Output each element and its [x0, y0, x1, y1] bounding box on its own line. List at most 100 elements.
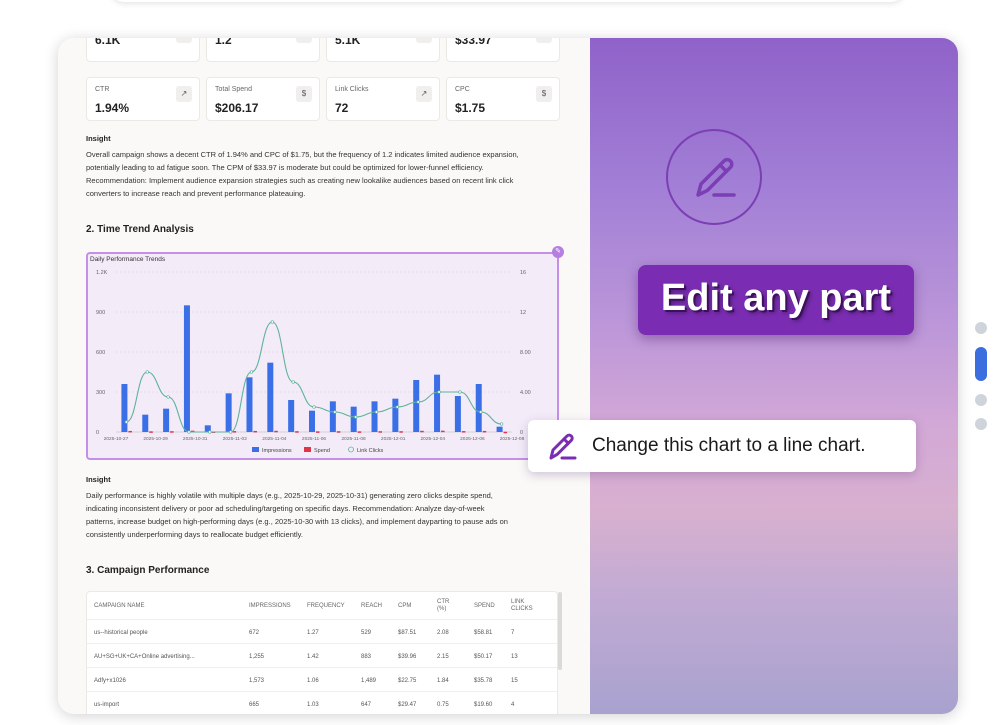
- metric-label: Total Spend: [215, 86, 252, 93]
- legend-label-impressions: Impressions: [262, 448, 292, 454]
- row-divider: [87, 619, 557, 620]
- chart-edit-handle-icon[interactable]: ✎: [552, 246, 564, 258]
- edit-any-part-banner: Edit any part: [638, 265, 914, 335]
- impressions-bar: [288, 400, 295, 432]
- insight-line: Recommendation: Implement audience expan…: [86, 176, 514, 185]
- pager-dot-active[interactable]: [975, 347, 987, 381]
- link-clicks-point: [354, 415, 358, 419]
- pager-dot[interactable]: [975, 322, 987, 334]
- insight-line: converters to increase reach and prevent…: [86, 189, 306, 198]
- cell: 1,573: [249, 678, 265, 684]
- pencil-icon: [549, 433, 577, 460]
- cell: 13: [511, 654, 518, 660]
- chart-icon: ▤: [176, 38, 192, 43]
- legend-label-link-clicks: Link Clicks: [357, 448, 384, 454]
- cell: 529: [361, 630, 372, 636]
- impressions-bar: [371, 401, 378, 432]
- cell: 672: [249, 630, 260, 636]
- column-header: CTR (%): [437, 599, 450, 612]
- cell: 2.15: [437, 654, 449, 660]
- feature-backdrop: [590, 38, 958, 714]
- metric-value: 1.2: [215, 38, 232, 47]
- link-clicks-point: [124, 420, 129, 424]
- insight-line: Overall campaign shows a decent CTR of 1…: [86, 150, 519, 159]
- campaign-table: CAMPAIGN NAME IMPRESSIONS FREQUENCY REAC…: [86, 591, 562, 714]
- column-header: IMPRESSIONS: [249, 603, 291, 609]
- link-clicks-point: [270, 320, 274, 324]
- x-tick-label: 2025-12-06: [460, 436, 485, 442]
- insight-line: indicating inconsistent delivery or poor…: [86, 504, 485, 513]
- x-tick-label: 2025-11-08: [342, 436, 367, 442]
- insight-heading: Insight: [86, 475, 111, 484]
- column-header: CPM: [398, 603, 412, 609]
- impressions-bar: [413, 380, 420, 432]
- link-clicks-point: [416, 400, 420, 404]
- insight-line: potentially leading to ad fatigue soon. …: [86, 163, 484, 172]
- link-clicks-point: [291, 380, 295, 384]
- edit-icon-badge: [666, 129, 762, 225]
- dollar-icon: $: [536, 86, 552, 102]
- cell: $19.60: [474, 702, 493, 708]
- row-divider: [87, 643, 557, 644]
- pager-dot[interactable]: [975, 418, 987, 430]
- link-clicks-point: [333, 410, 337, 414]
- cell: AU+SG+UK+CA+Online advertising...: [94, 654, 195, 660]
- insight-heading: Insight: [86, 134, 111, 143]
- table-scrollbar[interactable]: [558, 592, 562, 670]
- metric-card-frequency: 1.2 ▤: [206, 38, 320, 62]
- link-clicks-point: [374, 410, 379, 414]
- insight-line: patterns, increase budget on high-perfor…: [86, 517, 508, 526]
- impressions-bar: [350, 406, 357, 432]
- impressions-bar: [454, 396, 461, 432]
- daily-performance-chart: 0 300 600 900 1.2K 0 4.00 8.00 12 16 2025-10-27 202…: [96, 270, 531, 454]
- link-clicks-point: [458, 390, 462, 394]
- right-axis-tick-label: 0: [520, 430, 523, 436]
- metric-value: 6.1K: [95, 38, 121, 47]
- row-divider: [87, 691, 557, 692]
- metric-card-impressions: 6.1K ▤: [86, 38, 200, 62]
- section-title-campaign-performance: 3. Campaign Performance: [86, 565, 210, 576]
- edit-prompt-bubble[interactable]: Change this chart to a line chart.: [528, 420, 916, 472]
- cell: $39.96: [398, 654, 417, 660]
- spend-bar: [316, 431, 320, 433]
- spend-bar: [128, 430, 132, 433]
- cursor-icon: ↗: [416, 86, 432, 102]
- x-tick-label: 2025-11-06: [302, 436, 327, 442]
- spend-bar: [378, 431, 383, 433]
- link-clicks-point: [437, 390, 441, 394]
- cell: us--historical people: [94, 630, 148, 636]
- metric-card-total-spend: Total Spend $206.17 $: [206, 77, 320, 121]
- cell: us-import: [94, 702, 120, 708]
- cell: 2.08: [437, 630, 449, 636]
- previous-card: [110, 0, 905, 2]
- cell: 883: [361, 654, 372, 660]
- insight-line: consistently underperforming days to rea…: [86, 530, 303, 539]
- impressions-bar: [475, 384, 482, 432]
- x-tick-label: 2025-12-04: [421, 436, 446, 442]
- metric-value: 72: [335, 101, 349, 115]
- users-icon: ●: [416, 38, 432, 43]
- link-clicks-point: [208, 430, 212, 434]
- spend-bar: [295, 431, 299, 433]
- section-title-time-trend: 2. Time Trend Analysis: [86, 224, 194, 235]
- chart-icon: ▤: [296, 38, 312, 43]
- cell: 647: [361, 702, 372, 708]
- x-tick-label: 2025-11-02: [223, 436, 248, 442]
- chart-container[interactable]: Daily Performance Trends 0 300 600 900 1.2K 0…: [86, 252, 559, 460]
- spend-bar: [503, 431, 508, 434]
- x-tick-label: 2025-10-31: [183, 436, 208, 442]
- cell: 0.75: [437, 702, 449, 708]
- insight-text: Overall campaign shows a decent CTR of 1…: [86, 148, 564, 200]
- legend-label-spend: Spend: [314, 448, 330, 454]
- cell: Adfy+x1026: [94, 678, 126, 684]
- pager-dot[interactable]: [975, 394, 987, 406]
- metric-value: $33.97: [455, 38, 492, 47]
- metric-card-link-clicks: Link Clicks 72 ↗: [326, 77, 440, 121]
- link-clicks-point: [395, 405, 400, 409]
- cell: $50.17: [474, 654, 493, 660]
- edit-any-part-label: Edit any part: [660, 277, 892, 319]
- spend-bar: [170, 431, 174, 433]
- x-tick-label: 2025-12-08: [500, 436, 525, 442]
- spend-bar: [274, 430, 278, 433]
- spend-bar: [149, 431, 153, 433]
